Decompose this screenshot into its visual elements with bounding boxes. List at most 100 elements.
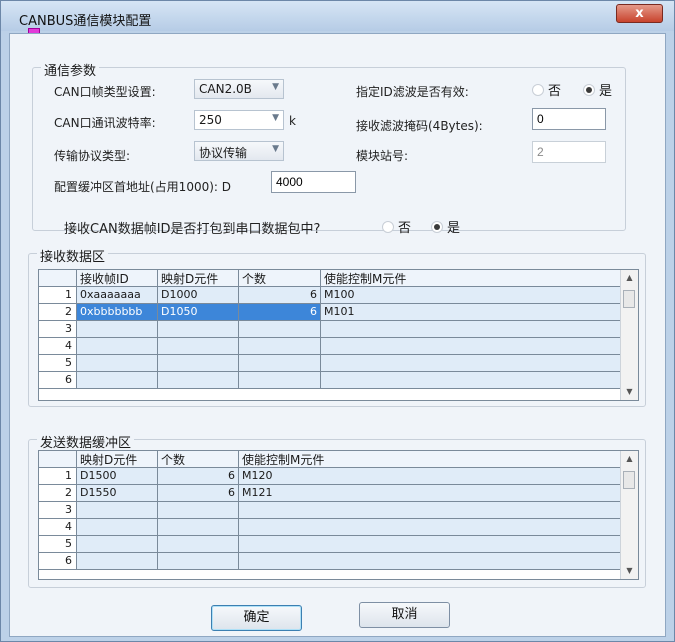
cell-m-element[interactable] bbox=[321, 338, 623, 355]
row-number: 5 bbox=[39, 536, 77, 553]
cell-m-element[interactable] bbox=[239, 502, 623, 519]
frame-type-label: CAN口帧类型设置: bbox=[54, 85, 156, 99]
col-header-d-element[interactable]: 映射D元件 bbox=[158, 270, 239, 287]
comm-params-group-label: 通信参数 bbox=[41, 60, 100, 79]
cell-count[interactable]: 6 bbox=[239, 304, 321, 321]
cell-m-element[interactable] bbox=[321, 372, 623, 389]
cell-m-element[interactable] bbox=[321, 355, 623, 372]
col-header-m-element[interactable]: 使能控制M元件 bbox=[239, 451, 623, 468]
cell-d-element[interactable]: D1050 bbox=[158, 304, 239, 321]
send-grid-scrollbar[interactable]: ▲ ▼ bbox=[620, 451, 638, 579]
buffer-address-label: 配置缓冲区首地址(占用1000): D bbox=[54, 180, 232, 194]
cell-d-element[interactable] bbox=[158, 321, 239, 338]
col-header-d-element[interactable]: 映射D元件 bbox=[77, 451, 158, 468]
buffer-address-input[interactable] bbox=[271, 171, 356, 193]
cell-count[interactable]: 6 bbox=[158, 468, 239, 485]
cell-frame-id[interactable] bbox=[77, 338, 158, 355]
filter-yes-label: 是 bbox=[599, 84, 613, 99]
cell-d-element[interactable] bbox=[77, 519, 158, 536]
scroll-thumb[interactable] bbox=[623, 290, 635, 308]
col-header-frame-id[interactable]: 接收帧ID bbox=[77, 270, 158, 287]
scroll-thumb[interactable] bbox=[623, 471, 635, 489]
radio-on-icon bbox=[431, 221, 443, 233]
frame-type-value: CAN2.0B bbox=[199, 82, 252, 96]
row-number: 2 bbox=[39, 304, 77, 321]
cell-count[interactable]: 6 bbox=[158, 485, 239, 502]
col-header-count[interactable]: 个数 bbox=[239, 270, 321, 287]
cell-m-element[interactable]: M101 bbox=[321, 304, 623, 321]
cell-count[interactable] bbox=[239, 338, 321, 355]
frame-type-select[interactable]: CAN2.0B ▼ bbox=[194, 79, 284, 99]
mask-input[interactable] bbox=[532, 108, 606, 130]
ok-button[interactable]: 确定 bbox=[211, 605, 302, 631]
baud-unit: k bbox=[289, 114, 296, 128]
filter-no-radio[interactable]: 否 bbox=[532, 80, 561, 99]
cell-d-element[interactable]: D1500 bbox=[77, 468, 158, 485]
cell-d-element[interactable] bbox=[158, 355, 239, 372]
row-number: 4 bbox=[39, 338, 77, 355]
scroll-up-icon[interactable]: ▲ bbox=[621, 270, 638, 286]
cell-count[interactable] bbox=[158, 536, 239, 553]
cell-frame-id[interactable] bbox=[77, 372, 158, 389]
chevron-down-icon: ▼ bbox=[272, 82, 279, 92]
title-bar[interactable]: CANBUS通信模块配置 x bbox=[1, 1, 674, 31]
cell-count[interactable] bbox=[158, 519, 239, 536]
row-number: 6 bbox=[39, 553, 77, 570]
cell-count[interactable] bbox=[158, 553, 239, 570]
chevron-down-icon: ▼ bbox=[272, 113, 279, 123]
cell-count[interactable] bbox=[158, 502, 239, 519]
col-header-count[interactable]: 个数 bbox=[158, 451, 239, 468]
cell-frame-id[interactable]: 0xaaaaaaa bbox=[77, 287, 158, 304]
cell-m-element[interactable] bbox=[321, 321, 623, 338]
scroll-down-icon[interactable]: ▼ bbox=[621, 563, 638, 579]
cell-m-element[interactable]: M121 bbox=[239, 485, 623, 502]
cell-d-element[interactable] bbox=[158, 372, 239, 389]
cell-m-element[interactable]: M100 bbox=[321, 287, 623, 304]
recv-data-group-label: 接收数据区 bbox=[37, 246, 109, 265]
mask-label: 接收滤波掩码(4Bytes): bbox=[356, 119, 483, 133]
protocol-select[interactable]: 协议传输 ▼ bbox=[194, 141, 284, 161]
row-number: 3 bbox=[39, 502, 77, 519]
row-number: 2 bbox=[39, 485, 77, 502]
baud-value: 250 bbox=[199, 113, 222, 127]
row-number: 4 bbox=[39, 519, 77, 536]
cell-d-element[interactable] bbox=[77, 502, 158, 519]
cell-d-element[interactable] bbox=[158, 338, 239, 355]
row-number: 1 bbox=[39, 287, 77, 304]
cell-m-element[interactable] bbox=[239, 536, 623, 553]
cell-count[interactable] bbox=[239, 372, 321, 389]
protocol-label: 传输协议类型: bbox=[54, 149, 131, 163]
cancel-button[interactable]: 取消 bbox=[359, 602, 450, 628]
cell-frame-id[interactable]: 0xbbbbbbb bbox=[77, 304, 158, 321]
cell-frame-id[interactable] bbox=[77, 355, 158, 372]
col-header-m-element[interactable]: 使能控制M元件 bbox=[321, 270, 623, 287]
scroll-down-icon[interactable]: ▼ bbox=[621, 384, 638, 400]
protocol-value: 协议传输 bbox=[199, 146, 248, 160]
scroll-up-icon[interactable]: ▲ bbox=[621, 451, 638, 467]
baud-select[interactable]: 250 ▼ bbox=[194, 110, 284, 130]
filter-yes-radio[interactable]: 是 bbox=[583, 80, 612, 99]
send-data-grid[interactable]: 映射D元件 个数 使能控制M元件 1 D1500 6 M120 2 D1550 … bbox=[38, 450, 639, 580]
station-input[interactable] bbox=[532, 141, 606, 163]
pack-yes-label: 是 bbox=[447, 221, 461, 236]
cell-m-element[interactable]: M120 bbox=[239, 468, 623, 485]
radio-off-icon bbox=[382, 221, 394, 233]
pack-no-radio[interactable]: 否 bbox=[382, 217, 411, 236]
cell-d-element[interactable] bbox=[77, 536, 158, 553]
corner-cell bbox=[39, 270, 77, 287]
row-number: 6 bbox=[39, 372, 77, 389]
cell-d-element[interactable]: D1000 bbox=[158, 287, 239, 304]
cell-count[interactable] bbox=[239, 355, 321, 372]
cell-count[interactable] bbox=[239, 321, 321, 338]
cell-m-element[interactable] bbox=[239, 553, 623, 570]
cell-count[interactable]: 6 bbox=[239, 287, 321, 304]
cell-d-element[interactable] bbox=[77, 553, 158, 570]
cell-frame-id[interactable] bbox=[77, 321, 158, 338]
close-button[interactable]: x bbox=[616, 4, 663, 23]
cell-d-element[interactable]: D1550 bbox=[77, 485, 158, 502]
recv-grid-scrollbar[interactable]: ▲ ▼ bbox=[620, 270, 638, 400]
cell-m-element[interactable] bbox=[239, 519, 623, 536]
pack-yes-radio[interactable]: 是 bbox=[431, 217, 460, 236]
row-number: 5 bbox=[39, 355, 77, 372]
recv-data-grid[interactable]: 接收帧ID 映射D元件 个数 使能控制M元件 1 0xaaaaaaa D1000… bbox=[38, 269, 639, 401]
